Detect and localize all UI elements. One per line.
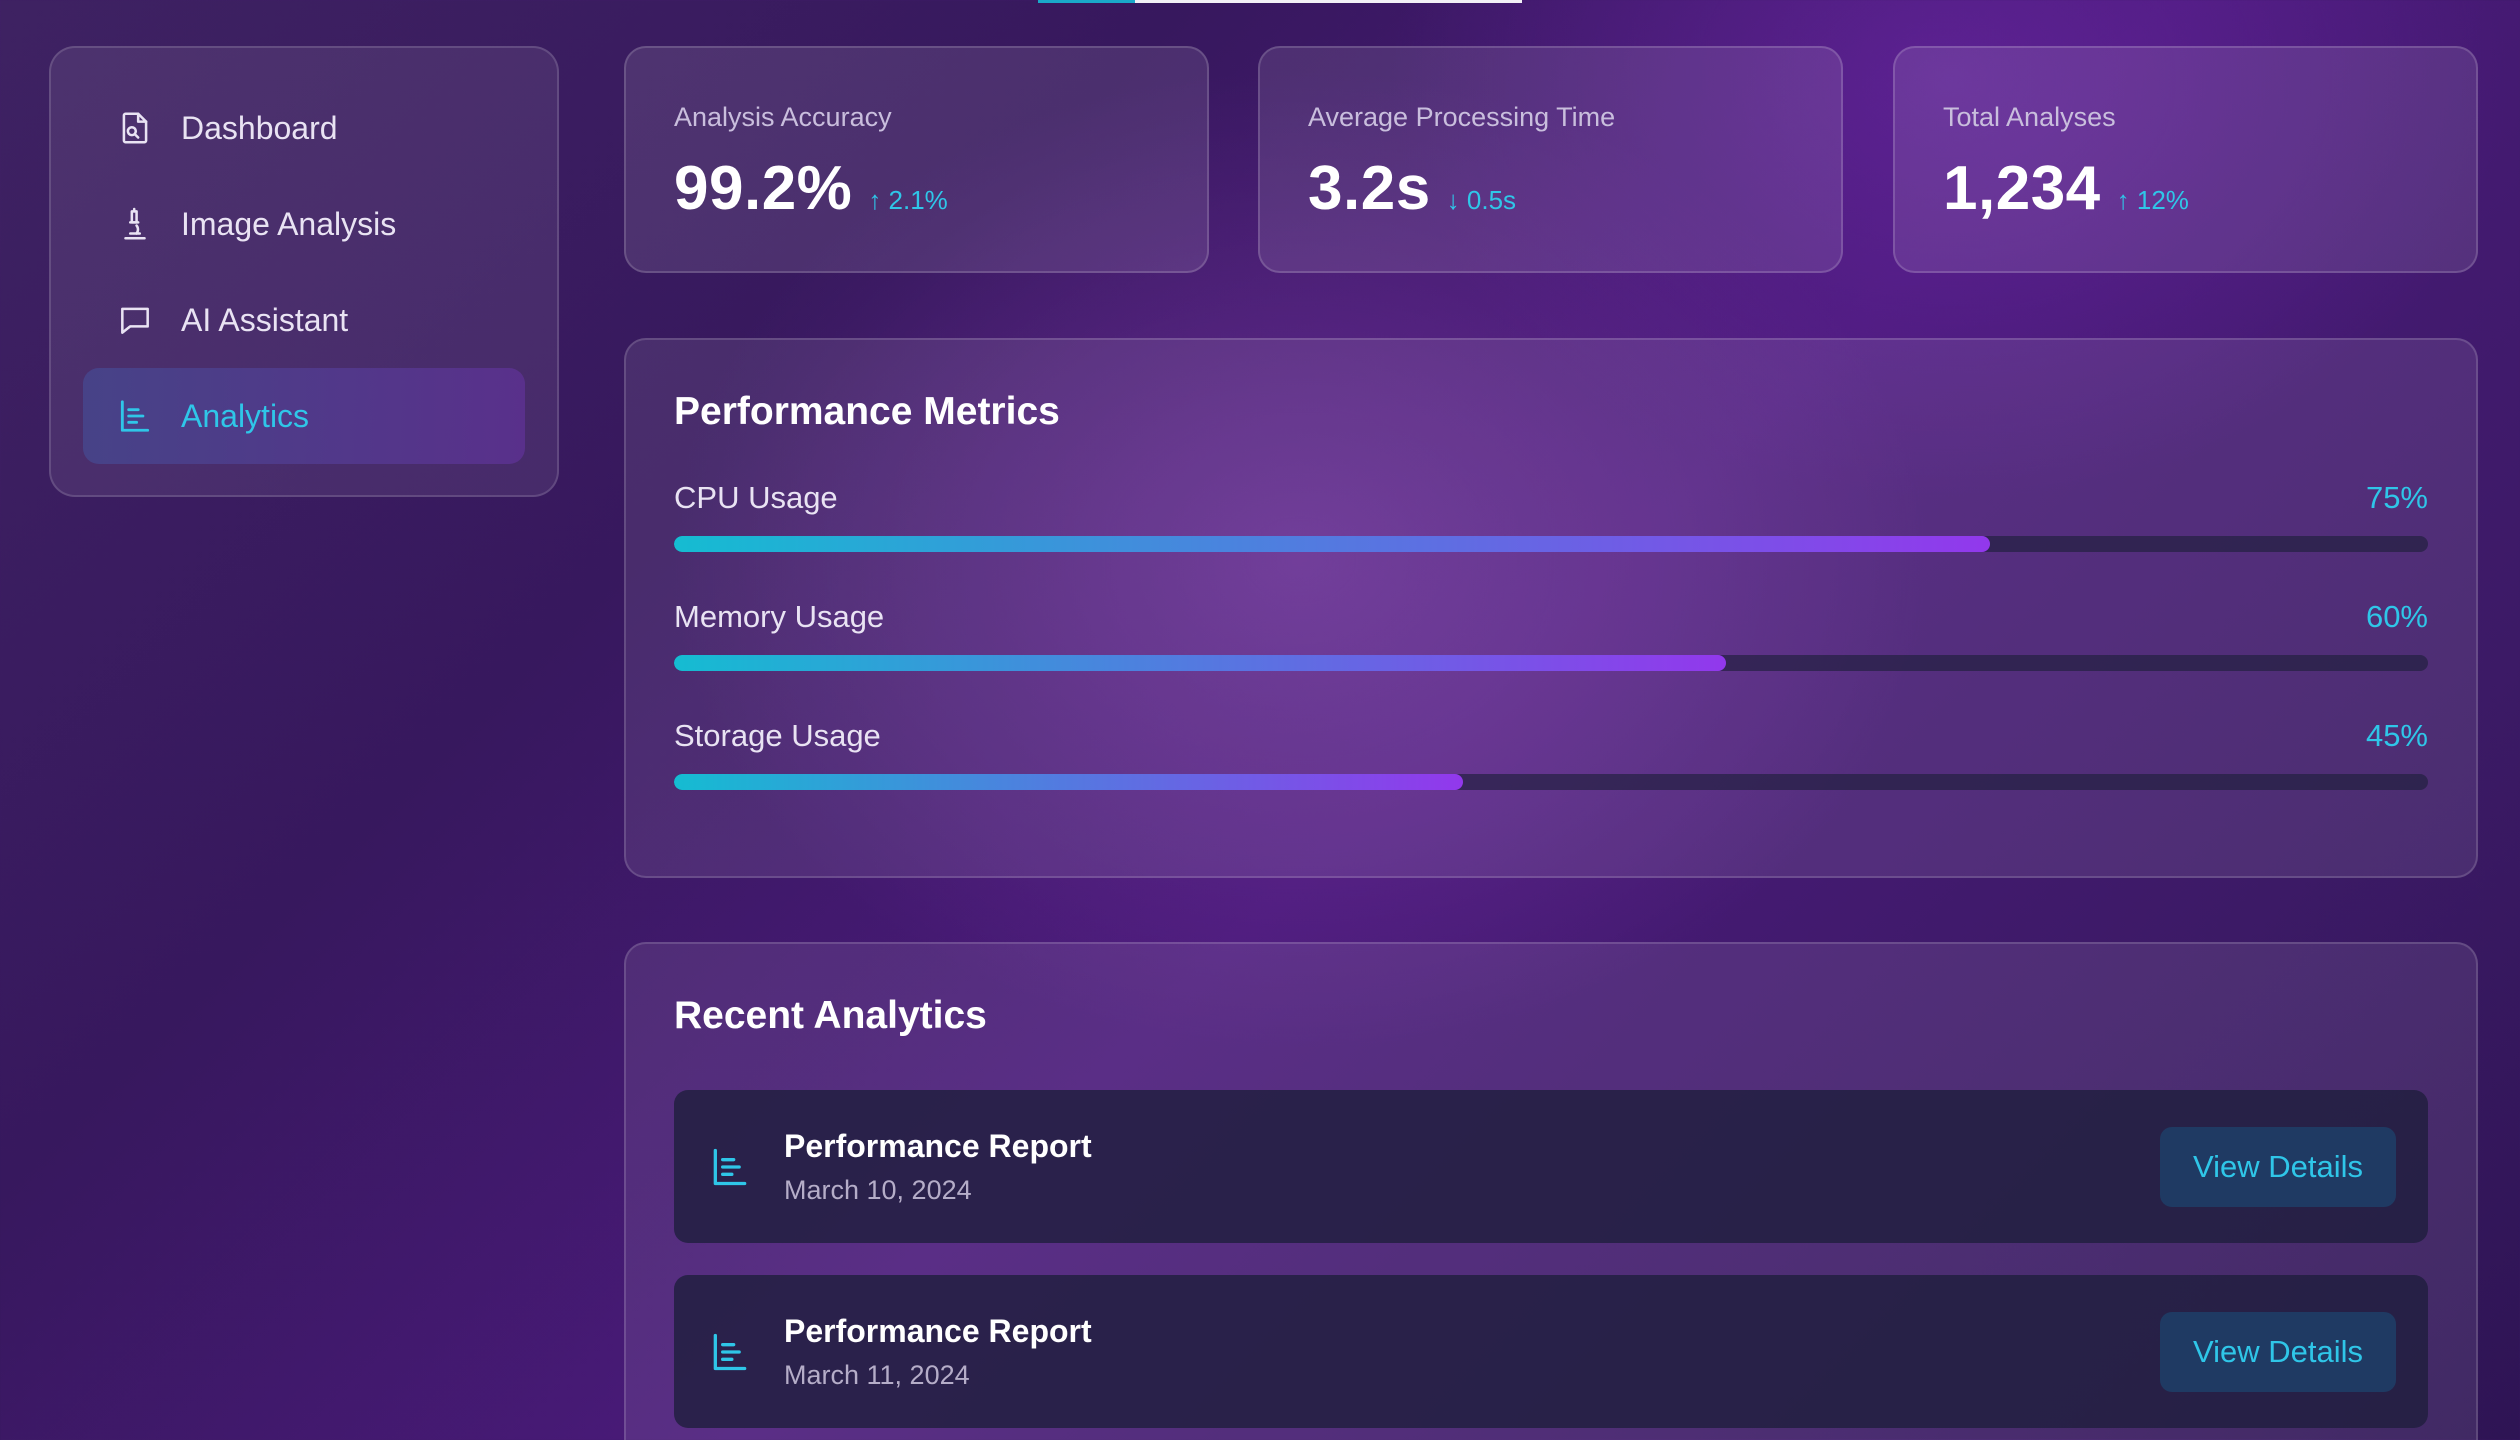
bar-chart-icon <box>708 1330 752 1374</box>
microscope-icon <box>116 205 154 243</box>
stat-label: Analysis Accuracy <box>674 102 892 132</box>
metric-label: CPU Usage <box>674 480 838 515</box>
metric-memory: Memory Usage 60% <box>674 599 2428 671</box>
sidebar-item-label: Analytics <box>181 397 310 434</box>
progress-track <box>674 655 2428 671</box>
progress-fill <box>674 536 1990 552</box>
sidebar-item-image-analysis[interactable]: Image Analysis <box>83 176 525 272</box>
report-title: Performance Report <box>784 1312 1092 1349</box>
stat-value: 99.2% <box>674 154 853 223</box>
bar-chart-icon <box>708 1145 752 1189</box>
sidebar-item-analytics[interactable]: Analytics <box>83 368 525 464</box>
progress-track <box>674 774 2428 790</box>
report-list: Performance Report March 10, 2024 View D… <box>674 1090 2428 1428</box>
sidebar-item-label: Image Analysis <box>181 205 397 242</box>
stat-value: 3.2s <box>1308 154 1431 223</box>
report-date: March 11, 2024 <box>784 1359 970 1390</box>
sidebar-item-label: AI Assistant <box>181 301 349 338</box>
stat-card-total-analyses: Total Analyses 1,234 ↑ 12% <box>1893 46 2478 273</box>
stat-change: ↑ 12% <box>2116 185 2189 215</box>
stat-label: Total Analyses <box>1943 102 2116 132</box>
view-details-button[interactable]: View Details <box>2160 1311 2396 1392</box>
metric-cpu: CPU Usage 75% <box>674 480 2428 552</box>
panel-title: Performance Metrics <box>674 390 1060 433</box>
metric-storage: Storage Usage 45% <box>674 718 2428 790</box>
view-details-button[interactable]: View Details <box>2160 1126 2396 1207</box>
stat-change: ↓ 0.5s <box>1446 185 1517 215</box>
performance-metrics-panel: Performance Metrics CPU Usage 75% Memory… <box>624 338 2478 878</box>
stat-value: 1,234 <box>1943 154 2101 223</box>
top-progress-bar <box>1038 0 1522 3</box>
panel-title: Recent Analytics <box>674 994 987 1037</box>
report-date: March 10, 2024 <box>784 1174 972 1205</box>
bar-chart-icon <box>116 397 154 435</box>
progress-track <box>674 536 2428 552</box>
list-item: Performance Report March 10, 2024 View D… <box>674 1090 2428 1243</box>
metric-label: Memory Usage <box>674 599 885 634</box>
sidebar-item-dashboard[interactable]: Dashboard <box>83 80 525 176</box>
recent-analytics-panel: Recent Analytics Performance Report Marc… <box>624 942 2478 1440</box>
report-title: Performance Report <box>784 1127 1092 1164</box>
sidebar: Dashboard Image Analysis AI Assistant An… <box>49 46 559 497</box>
stat-card-accuracy: Analysis Accuracy 99.2% ↑ 2.1% <box>624 46 1209 273</box>
top-progress-fill <box>1038 0 1135 3</box>
sidebar-item-ai-assistant[interactable]: AI Assistant <box>83 272 525 368</box>
metric-percent: 75% <box>2365 480 2428 515</box>
document-search-icon <box>116 109 154 147</box>
chat-bubble-icon <box>116 301 154 339</box>
list-item: Performance Report March 11, 2024 View D… <box>674 1275 2428 1428</box>
metric-label: Storage Usage <box>674 718 881 753</box>
stat-card-processing-time: Average Processing Time 3.2s ↓ 0.5s <box>1258 46 1843 273</box>
stat-label: Average Processing Time <box>1308 102 1616 132</box>
sidebar-item-label: Dashboard <box>181 109 338 146</box>
progress-fill <box>674 655 1727 671</box>
metric-percent: 60% <box>2365 599 2428 634</box>
progress-fill <box>674 774 1464 790</box>
metric-percent: 45% <box>2365 718 2428 753</box>
stat-change: ↑ 2.1% <box>868 185 948 215</box>
